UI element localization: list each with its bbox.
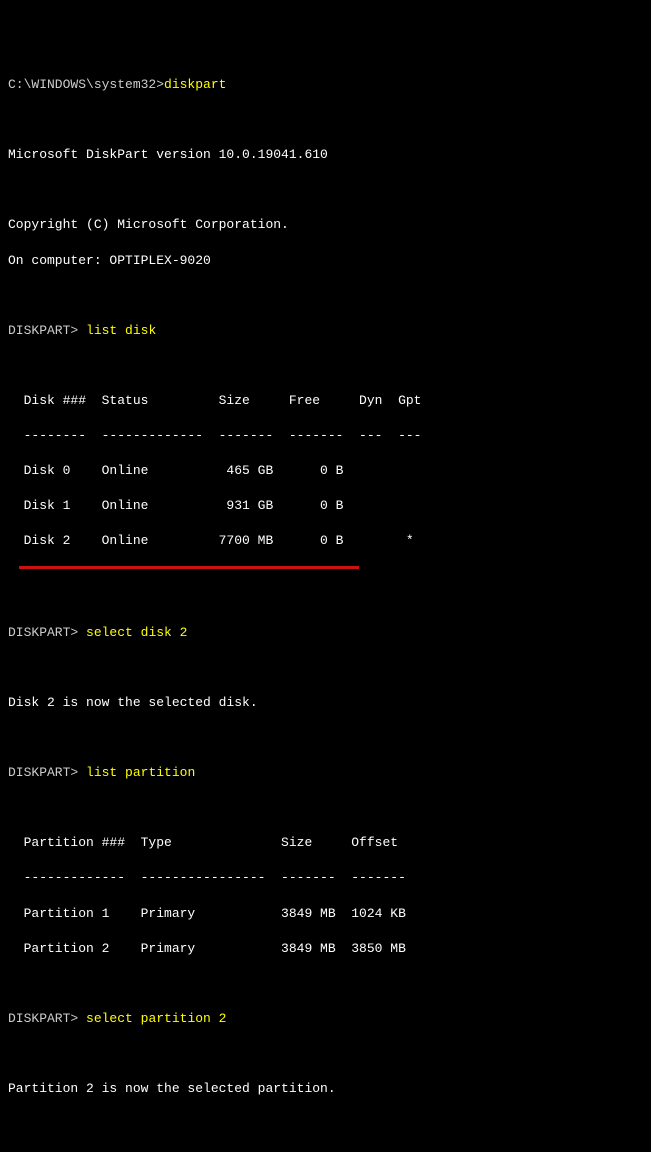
cmd-prompt: C:\WINDOWS\system32> (8, 77, 164, 92)
blank-line (8, 975, 643, 993)
partition-row: Partition 2 Primary 3849 MB 3850 MB (8, 940, 643, 958)
highlight-underline (19, 566, 359, 569)
msg-disk-selected: Disk 2 is now the selected disk. (8, 694, 643, 712)
diskpart-prompt: DISKPART> (8, 323, 78, 338)
version-line: Microsoft DiskPart version 10.0.19041.61… (8, 146, 643, 164)
computer-line: On computer: OPTIPLEX-9020 (8, 252, 643, 270)
blank-line (8, 799, 643, 817)
diskpart-line[interactable]: DISKPART> list disk (8, 322, 643, 340)
cmd-select-disk: select disk 2 (86, 625, 187, 640)
blank-line (8, 659, 643, 677)
disk-row: Disk 2 Online 7700 MB 0 B * (8, 532, 643, 550)
diskpart-line[interactable]: DISKPART> select partition 2 (8, 1010, 643, 1028)
diskpart-prompt: DISKPART> (8, 625, 78, 640)
cmd-diskpart: diskpart (164, 77, 226, 92)
partition-row: Partition 1 Primary 3849 MB 1024 KB (8, 905, 643, 923)
copyright-line: Copyright (C) Microsoft Corporation. (8, 216, 643, 234)
cmd-delete-partition: delete partition (86, 1151, 211, 1152)
blank-line (8, 111, 643, 129)
diskpart-line[interactable]: DISKPART> delete partition (8, 1150, 643, 1152)
blank-line (8, 589, 643, 607)
diskpart-prompt: DISKPART> (8, 1011, 78, 1026)
blank-line (8, 729, 643, 747)
diskpart-prompt: DISKPART> (8, 1151, 78, 1152)
partition-table-divider: ------------- ---------------- ------- -… (8, 869, 643, 887)
disk-table-header: Disk ### Status Size Free Dyn Gpt (8, 392, 643, 410)
disk-row: Disk 1 Online 931 GB 0 B (8, 497, 643, 515)
blank-line (8, 1115, 643, 1133)
partition-table-header: Partition ### Type Size Offset (8, 834, 643, 852)
cmd-line[interactable]: C:\WINDOWS\system32>diskpart (8, 76, 643, 94)
blank-line (8, 1045, 643, 1063)
cmd-list-partition: list partition (86, 765, 195, 780)
disk-row: Disk 0 Online 465 GB 0 B (8, 462, 643, 480)
diskpart-line[interactable]: DISKPART> list partition (8, 764, 643, 782)
blank-line (8, 357, 643, 375)
cmd-select-partition: select partition 2 (86, 1011, 226, 1026)
cmd-list-disk: list disk (86, 323, 156, 338)
msg-partition-selected: Partition 2 is now the selected partitio… (8, 1080, 643, 1098)
diskpart-line[interactable]: DISKPART> select disk 2 (8, 624, 643, 642)
disk-table-divider: -------- ------------- ------- ------- -… (8, 427, 643, 445)
diskpart-prompt: DISKPART> (8, 765, 78, 780)
blank-line (8, 181, 643, 199)
blank-line (8, 287, 643, 305)
